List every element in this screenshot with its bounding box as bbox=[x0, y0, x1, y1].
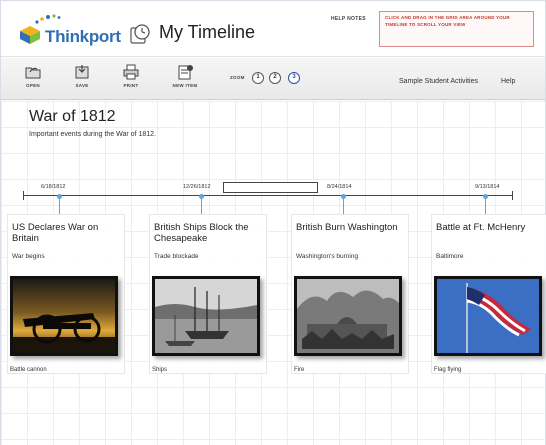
timeline-clock-icon bbox=[130, 24, 150, 44]
open-button[interactable]: OPEN bbox=[15, 64, 51, 94]
logo-dots-icon bbox=[35, 14, 61, 24]
event-card[interactable]: British Ships Block the Chesapeake Trade… bbox=[149, 214, 267, 374]
help-notes-box: CLICK AND DRAG IN THE GRID AREA AROUND Y… bbox=[379, 11, 534, 47]
burning-capitol-engraving[interactable] bbox=[294, 276, 402, 356]
event-title: British Burn Washington bbox=[296, 222, 398, 233]
flag-flying-photo[interactable] bbox=[434, 276, 542, 356]
event-card[interactable]: British Burn Washington Washington's bur… bbox=[291, 214, 409, 374]
sample-student-activities-link[interactable]: Sample Student Activities bbox=[399, 78, 478, 85]
help-link[interactable]: Help bbox=[501, 78, 515, 85]
date-label: 6/18/1812 bbox=[41, 184, 66, 190]
app-title: My Timeline bbox=[159, 22, 256, 42]
event-description: Baltimore bbox=[436, 253, 464, 260]
help-notes-label: HELP NOTES bbox=[331, 16, 366, 22]
event-description: Trade blockade bbox=[154, 253, 199, 260]
burning-capitol-image bbox=[297, 279, 399, 353]
event-pin[interactable] bbox=[483, 194, 488, 215]
print-label: PRINT bbox=[123, 83, 139, 88]
app-header: Thinkport My Timeline HELP NOTES CLICK A… bbox=[1, 1, 545, 57]
logo-cube-icon bbox=[20, 26, 40, 44]
event-caption: Fire bbox=[294, 367, 305, 373]
brand-name: Thinkport bbox=[45, 27, 121, 46]
save-label: SAVE bbox=[75, 83, 89, 88]
new-item-label: NEW ITEM bbox=[172, 83, 198, 88]
event-description: War begins bbox=[12, 253, 45, 260]
harbor-ships-photo[interactable] bbox=[152, 276, 260, 356]
cannon-sunset-image bbox=[13, 279, 115, 353]
timeline-scroll-handle[interactable] bbox=[223, 182, 318, 193]
date-label: 8/24/1814 bbox=[327, 184, 352, 190]
timeline-subtitle[interactable]: Important events during the War of 1812. bbox=[29, 131, 156, 138]
zoom-level-3-button[interactable]: 3 bbox=[288, 72, 300, 84]
flag-flying-image bbox=[437, 279, 539, 353]
new-item-button[interactable]: NEW ITEM bbox=[167, 64, 203, 94]
save-button[interactable]: SAVE bbox=[64, 64, 100, 94]
event-pin[interactable] bbox=[57, 194, 62, 215]
toolbar: OPEN SAVE PRINT NEW ITEM ZOOM 1 2 3 Samp… bbox=[1, 58, 545, 100]
open-folder-icon bbox=[25, 67, 41, 79]
new-item-icon bbox=[178, 65, 193, 80]
event-caption: Ships bbox=[152, 367, 168, 373]
event-pin[interactable] bbox=[341, 194, 346, 215]
open-label: OPEN bbox=[26, 83, 40, 88]
save-icon bbox=[75, 65, 89, 79]
event-title: US Declares War on Britain bbox=[12, 222, 99, 244]
harbor-ships-image bbox=[155, 279, 257, 353]
axis-start-tick bbox=[23, 191, 24, 200]
axis-end-tick bbox=[512, 191, 513, 200]
event-caption: Flag flying bbox=[434, 367, 462, 373]
event-title: Battle at Ft. McHenry bbox=[436, 222, 526, 233]
zoom-level-2-button[interactable]: 2 bbox=[269, 72, 281, 84]
app-window: Thinkport My Timeline HELP NOTES CLICK A… bbox=[0, 0, 546, 445]
print-icon bbox=[123, 64, 139, 80]
cannon-sunset-photo[interactable] bbox=[10, 276, 118, 356]
event-card[interactable]: US Declares War on Britain War begins Ba… bbox=[7, 214, 125, 374]
thinkport-logo[interactable]: Thinkport bbox=[19, 13, 121, 49]
date-label: 12/26/1812 bbox=[183, 184, 211, 190]
event-title: British Ships Block the Chesapeake bbox=[154, 222, 249, 244]
timeline-axis bbox=[23, 195, 513, 196]
zoom-label: ZOOM bbox=[230, 75, 245, 80]
timeline-title[interactable]: War of 1812 bbox=[29, 108, 116, 126]
event-card[interactable]: Battle at Ft. McHenry Baltimore Flag fly… bbox=[431, 214, 546, 374]
event-description: Washington's burning bbox=[296, 253, 359, 260]
print-button[interactable]: PRINT bbox=[113, 64, 149, 94]
event-caption: Battle cannon bbox=[10, 367, 47, 373]
date-label: 9/13/1814 bbox=[475, 184, 500, 190]
event-pin[interactable] bbox=[199, 194, 204, 215]
timeline-canvas[interactable]: War of 1812 Important events during the … bbox=[1, 101, 546, 445]
zoom-level-1-button[interactable]: 1 bbox=[252, 72, 264, 84]
